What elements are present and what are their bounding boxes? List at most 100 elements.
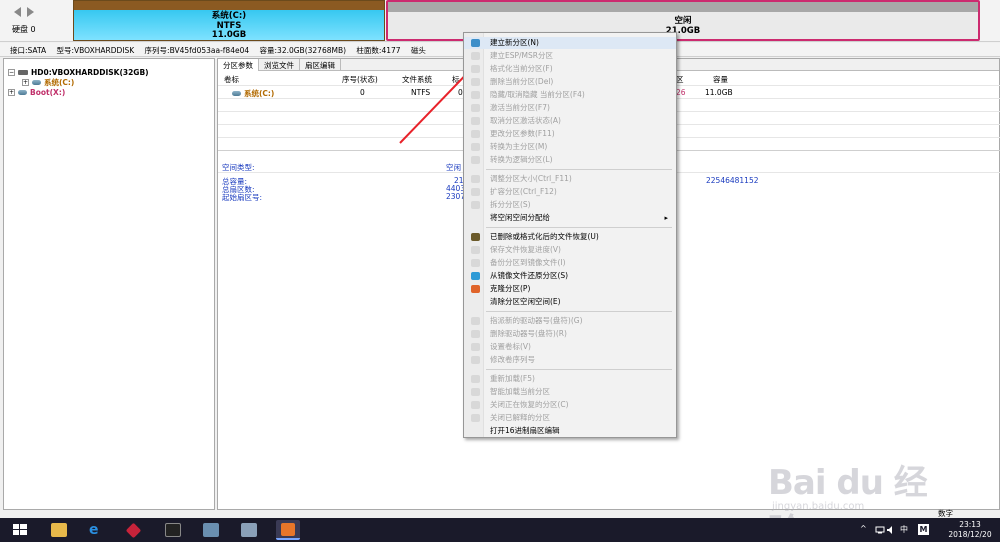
col-header-capacity: 容量 (713, 75, 728, 84)
ie-browser-icon[interactable]: e (89, 523, 105, 537)
menu-item[interactable]: 从镜像文件还原分区(S) (464, 270, 676, 282)
network-tray-icon[interactable] (875, 525, 885, 535)
menu-item-icon (471, 143, 480, 151)
menu-item[interactable]: 转换为逻辑分区(L) (464, 154, 676, 166)
menu-item[interactable]: 格式化当前分区(F) (464, 63, 676, 75)
remote-desktop-icon[interactable] (241, 523, 257, 537)
tree-item-system[interactable]: + 系统(C:) (22, 77, 74, 87)
disk-nav (14, 7, 54, 19)
tab-sector-edit[interactable]: 扇区编辑 (300, 59, 341, 71)
menu-item-label: 将空闲空间分配给 (490, 213, 550, 222)
disk-tree: − HD0:VBOXHARDDISK(32GB) + 系统(C:) + Boot… (3, 58, 215, 510)
menu-item[interactable]: 修改卷序列号 (464, 354, 676, 366)
menu-separator (486, 369, 672, 370)
tree-item-boot[interactable]: + Boot(X:) (8, 87, 65, 97)
ime-mode-icon[interactable]: M (918, 524, 929, 535)
menu-item-label: 打开16进制扇区编辑 (490, 426, 560, 435)
menu-item-icon (471, 188, 480, 196)
row-seq: 0 (360, 88, 365, 97)
menu-item-icon (471, 201, 480, 209)
app-red-diamond-icon[interactable] (125, 522, 142, 539)
windows-start-icon[interactable] (12, 523, 28, 537)
cmd-icon[interactable] (165, 523, 181, 537)
menu-item-label: 建立ESP/MSR分区 (490, 51, 553, 60)
collapse-icon[interactable]: − (8, 68, 15, 76)
menu-item[interactable]: 已删除或格式化后的文件恢复(U) (464, 231, 676, 243)
menu-separator (486, 311, 672, 312)
menu-item-icon (471, 375, 480, 383)
menu-item[interactable]: 智能加载当前分区 (464, 386, 676, 398)
menu-item[interactable]: 保存文件恢复进度(V) (464, 244, 676, 256)
diskgenius-icon (281, 523, 295, 536)
menu-item-icon (471, 414, 480, 422)
menu-item-label: 已删除或格式化后的文件恢复(U) (490, 232, 599, 241)
menu-item-icon (471, 317, 480, 325)
menu-item[interactable]: 将空闲空间分配给 ▸ (464, 212, 676, 224)
menu-item[interactable]: 指派新的驱动器号(盘符)(G) (464, 315, 676, 327)
menu-item[interactable]: 关闭正在恢复的分区(C) (464, 399, 676, 411)
submenu-arrow-icon: ▸ (664, 214, 668, 222)
menu-item[interactable]: 调整分区大小(Ctrl_F11) (464, 173, 676, 185)
menu-item[interactable]: 关闭已解释的分区 (464, 412, 676, 424)
menu-item[interactable]: 建立新分区(N) (464, 37, 676, 49)
network-app-icon[interactable] (203, 523, 219, 537)
menu-item[interactable]: 扩容分区(Ctrl_F12) (464, 186, 676, 198)
menu-item-label: 转换为逻辑分区(L) (490, 155, 553, 164)
diskgenius-taskbar-button[interactable] (276, 520, 300, 540)
col-header-label: 卷标 (224, 75, 239, 84)
tree-disk-label: HD0:VBOXHARDDISK(32GB) (31, 67, 149, 77)
expand-icon[interactable]: + (8, 88, 15, 96)
menu-item[interactable]: 清除分区空闲空间(E) (464, 296, 676, 308)
cylinders-info: 柱面数:4177 (356, 46, 401, 55)
menu-item-icon (471, 298, 480, 306)
menu-item[interactable]: 隐藏/取消隐藏 当前分区(F4) (464, 89, 676, 101)
menu-item[interactable]: 拆分分区(S) (464, 199, 676, 211)
menu-item-label: 取消分区激活状态(A) (490, 116, 561, 125)
menu-item[interactable]: 克隆分区(P) (464, 283, 676, 295)
menu-item-label: 关闭正在恢复的分区(C) (490, 400, 569, 409)
menu-item[interactable]: 删除当前分区(Del) (464, 76, 676, 88)
menu-item-icon (471, 130, 480, 138)
partition-icon (32, 79, 41, 85)
tree-item-label: 系统(C:) (44, 77, 75, 87)
menu-item[interactable]: 取消分区激活状态(A) (464, 115, 676, 127)
menu-item[interactable]: 备份分区到镜像文件(I) (464, 257, 676, 269)
next-disk-icon[interactable] (27, 7, 34, 17)
tab-partition-params[interactable]: 分区参数 (218, 59, 259, 71)
ime-chinese-indicator[interactable]: 中 (900, 524, 908, 535)
col-header-seq: 序号(状态) (342, 75, 378, 84)
expand-icon[interactable]: + (22, 78, 29, 86)
menu-item[interactable]: 重新加载(F5) (464, 373, 676, 385)
tree-disk-node[interactable]: − HD0:VBOXHARDDISK(32GB) (8, 67, 149, 77)
menu-item-icon (471, 330, 480, 338)
file-explorer-icon[interactable] (51, 523, 67, 537)
menu-item-icon (471, 78, 480, 86)
tray-chevron[interactable]: ^ (860, 524, 867, 533)
tab-browse-files[interactable]: 浏览文件 (259, 59, 300, 71)
menu-item[interactable]: 更改分区参数(F11) (464, 128, 676, 140)
menu-item[interactable]: 删除驱动器号(盘符)(R) (464, 328, 676, 340)
menu-item-label: 建立新分区(N) (490, 38, 539, 47)
tree-item-label: Boot(X:) (30, 87, 66, 97)
system-partition-block[interactable]: 系统(C:) NTFS 11.0GB (73, 0, 385, 41)
menu-item-icon (471, 343, 480, 351)
clock-time: 23:13 (959, 520, 981, 529)
menu-item-label: 扩容分区(Ctrl_F12) (490, 187, 557, 196)
menu-item[interactable]: 建立ESP/MSR分区 (464, 50, 676, 62)
volume-icon[interactable] (886, 525, 896, 535)
taskbar-clock[interactable]: 23:13 2018/12/20 (944, 520, 996, 540)
col-header-id: 区 (676, 75, 684, 84)
menu-item-icon (471, 272, 480, 280)
start-sector-label: 起始扇区号: (222, 193, 263, 202)
menu-item[interactable]: 激活当前分区(F7) (464, 102, 676, 114)
prev-disk-icon[interactable] (14, 7, 21, 17)
menu-item[interactable]: 打开16进制扇区编辑 (464, 425, 676, 437)
menu-item-icon (471, 233, 480, 241)
menu-item[interactable]: 转换为主分区(M) (464, 141, 676, 153)
menu-item-icon (471, 427, 480, 435)
menu-item-label: 克隆分区(P) (490, 284, 531, 293)
menu-item[interactable]: 设置卷标(V) (464, 341, 676, 353)
menu-item-icon (471, 65, 480, 73)
menu-item-icon (471, 259, 480, 267)
menu-item-icon (471, 246, 480, 254)
